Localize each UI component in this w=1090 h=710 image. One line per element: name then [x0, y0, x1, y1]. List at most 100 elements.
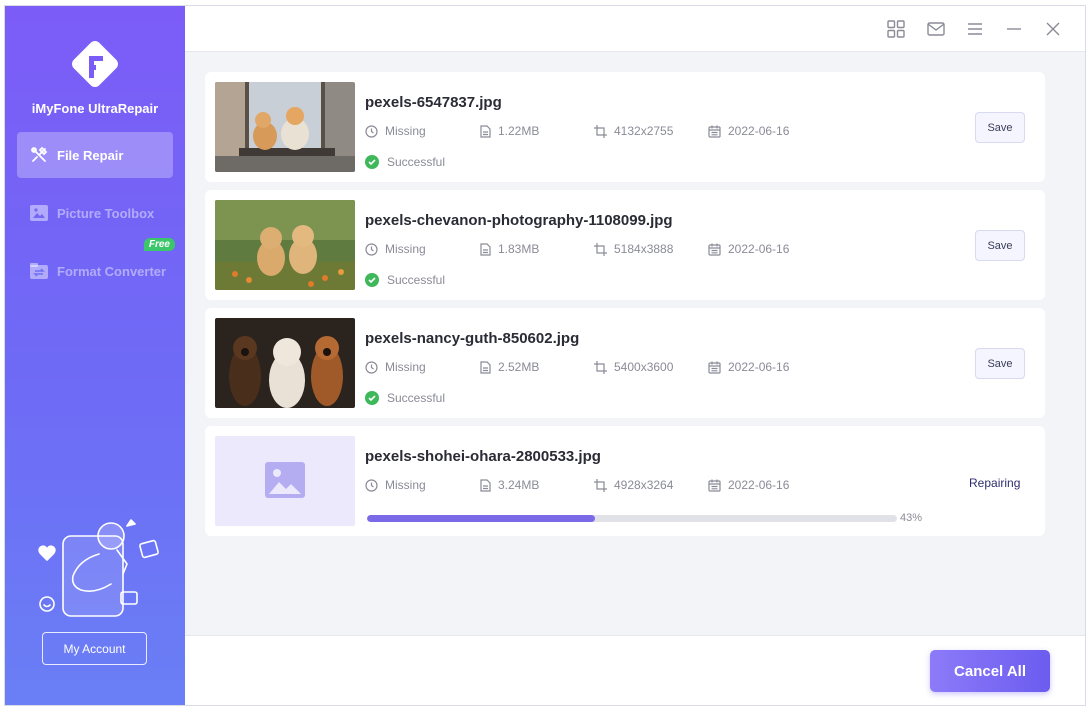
file-thumbnail-placeholder [215, 436, 355, 526]
file-date: 2022-06-16 [708, 478, 789, 492]
file-card: pexels-chevanon-photography-1108099.jpg … [205, 190, 1045, 300]
date-status: Missing [365, 124, 426, 138]
file-thumbnail [215, 200, 355, 290]
grid-icon[interactable] [885, 18, 907, 40]
file-size-label: 2.52MB [498, 360, 540, 374]
file-size: 2.52MB [480, 360, 539, 374]
crop-icon [594, 124, 607, 138]
calendar-icon [708, 125, 721, 138]
date-status-label: Missing [385, 242, 426, 256]
check-icon [365, 273, 379, 287]
check-icon [365, 155, 379, 169]
clock-icon [365, 360, 378, 374]
repairing-status: Repairing [969, 476, 1021, 490]
free-badge: Free [143, 238, 175, 251]
title-bar [185, 6, 1085, 52]
sidebar: iMyFone UltraRepair File Repair Picture … [5, 6, 185, 705]
sidebar-item-picture-toolbox[interactable]: Picture Toolbox [17, 190, 173, 236]
app-window: iMyFone UltraRepair File Repair Picture … [4, 5, 1086, 706]
file-thumbnail [215, 318, 355, 408]
file-size-label: 3.24MB [498, 478, 540, 492]
calendar-icon [708, 243, 721, 256]
clock-icon [365, 124, 378, 138]
file-card: pexels-shohei-ohara-2800533.jpg Missing … [205, 426, 1045, 536]
file-date: 2022-06-16 [708, 124, 789, 138]
file-name: pexels-nancy-guth-850602.jpg [365, 330, 580, 347]
file-size: 3.24MB [480, 478, 539, 492]
date-status: Missing [365, 478, 426, 492]
file-card: pexels-6547837.jpg Missing 1.22MB 4132x2… [205, 72, 1045, 182]
check-icon [365, 391, 379, 405]
file-name: pexels-6547837.jpg [365, 94, 502, 111]
app-logo [65, 34, 125, 94]
file-icon [480, 124, 491, 138]
sidebar-item-label: Format Converter [57, 263, 167, 279]
file-resolution: 4132x2755 [594, 124, 673, 138]
repair-status-label: Successful [387, 155, 446, 169]
sidebar-item-label: File Repair [57, 147, 124, 163]
file-resolution-label: 4928x3264 [614, 478, 674, 492]
tools-icon [29, 145, 49, 165]
file-size: 1.83MB [480, 242, 539, 256]
repair-status: Successful [365, 391, 445, 405]
repair-status: Successful [365, 155, 445, 169]
file-icon [480, 360, 491, 374]
date-status: Missing [365, 242, 426, 256]
file-date-label: 2022-06-16 [728, 478, 790, 492]
repair-progress-fill [367, 515, 595, 522]
file-resolution-label: 5184x3888 [614, 242, 674, 256]
repair-status-label: Successful [387, 273, 446, 287]
file-date: 2022-06-16 [708, 242, 789, 256]
repair-status: Successful [365, 273, 445, 287]
close-icon[interactable] [1042, 18, 1064, 40]
file-resolution-label: 4132x2755 [614, 124, 674, 138]
file-resolution: 5400x3600 [594, 360, 673, 374]
file-name: pexels-shohei-ohara-2800533.jpg [365, 448, 601, 465]
file-name: pexels-chevanon-photography-1108099.jpg [365, 212, 673, 229]
sidebar-illustration [29, 514, 161, 619]
date-status: Missing [365, 360, 426, 374]
file-thumbnail [215, 82, 355, 172]
calendar-icon [708, 479, 721, 492]
save-button[interactable]: Save [975, 112, 1025, 143]
repair-progress-bar [367, 515, 897, 522]
file-date-label: 2022-06-16 [728, 360, 790, 374]
file-icon [480, 242, 491, 256]
crop-icon [594, 360, 607, 374]
date-status-label: Missing [385, 124, 426, 138]
minimize-icon[interactable] [1003, 18, 1025, 40]
file-size-label: 1.83MB [498, 242, 540, 256]
cancel-all-button[interactable]: Cancel All [930, 650, 1050, 692]
picture-icon [29, 203, 49, 223]
menu-icon[interactable] [964, 18, 986, 40]
calendar-icon [708, 361, 721, 374]
save-button[interactable]: Save [975, 230, 1025, 261]
sidebar-item-file-repair[interactable]: File Repair [17, 132, 173, 178]
sidebar-item-label: Picture Toolbox [57, 205, 155, 221]
mail-icon[interactable] [925, 18, 947, 40]
clock-icon [365, 242, 378, 256]
clock-icon [365, 478, 378, 492]
file-date-label: 2022-06-16 [728, 242, 790, 256]
file-date-label: 2022-06-16 [728, 124, 790, 138]
crop-icon [594, 242, 607, 256]
file-icon [480, 478, 491, 492]
image-placeholder-icon [265, 462, 305, 498]
file-card: pexels-nancy-guth-850602.jpg Missing 2.5… [205, 308, 1045, 418]
file-resolution-label: 5400x3600 [614, 360, 674, 374]
file-resolution: 5184x3888 [594, 242, 673, 256]
sidebar-item-format-converter[interactable]: Format Converter Free [17, 238, 175, 294]
file-size-label: 1.22MB [498, 124, 540, 138]
save-button[interactable]: Save [975, 348, 1025, 379]
file-date: 2022-06-16 [708, 360, 789, 374]
my-account-button[interactable]: My Account [42, 632, 147, 665]
file-size: 1.22MB [480, 124, 539, 138]
date-status-label: Missing [385, 478, 426, 492]
date-status-label: Missing [385, 360, 426, 374]
repair-status-label: Successful [387, 391, 446, 405]
app-name: iMyFone UltraRepair [31, 101, 159, 116]
file-list: pexels-6547837.jpg Missing 1.22MB 4132x2… [205, 72, 1045, 544]
crop-icon [594, 478, 607, 492]
file-resolution: 4928x3264 [594, 478, 673, 492]
footer-bar: Cancel All [185, 635, 1085, 705]
